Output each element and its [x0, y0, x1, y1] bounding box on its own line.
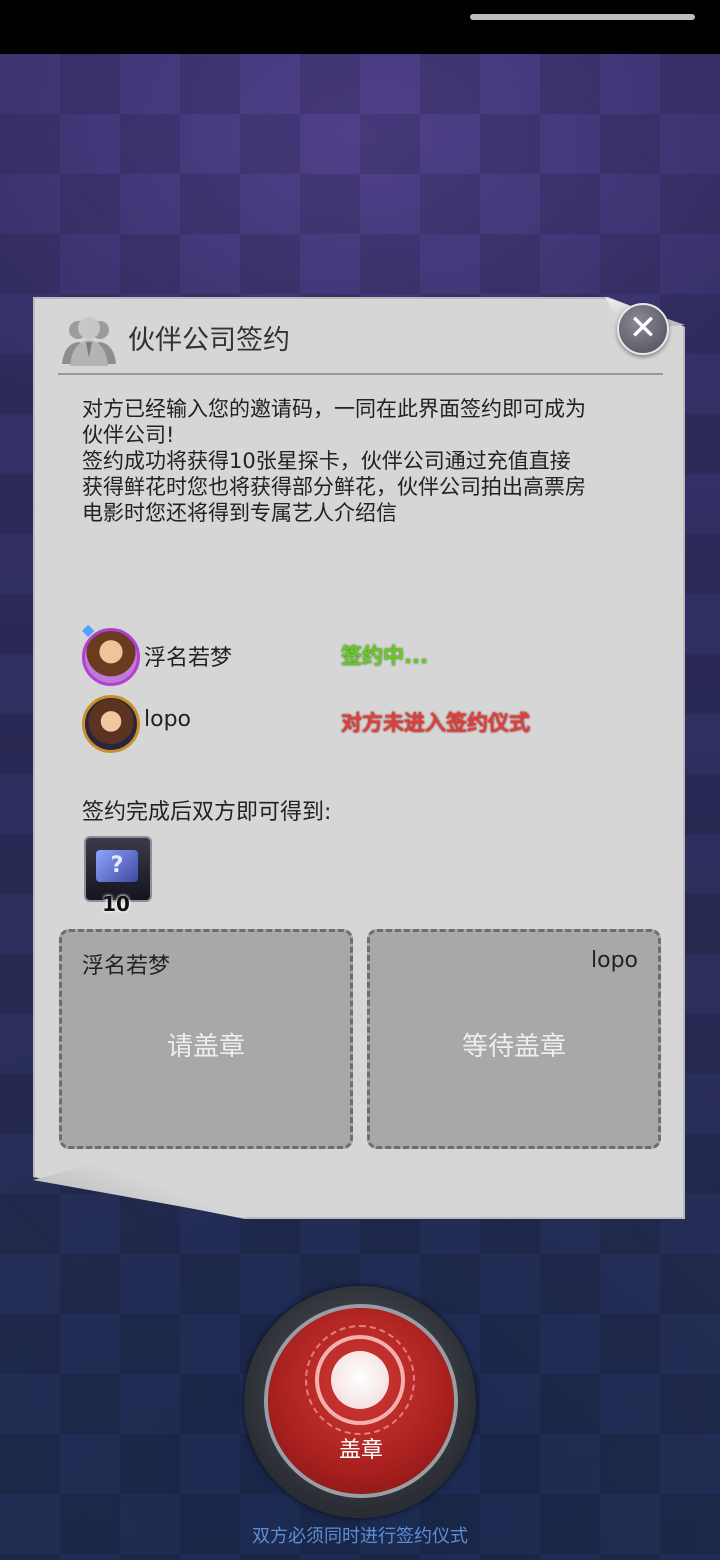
party-name: 浮名若梦 — [144, 646, 233, 671]
stamp-hint: 等待盖章 — [461, 1032, 566, 1062]
contract-description: 对方已经输入您的邀请码，一同在此界面签约即可成为 伙伴公司! 签约成功将获得10… — [82, 396, 652, 526]
seal-core — [331, 1351, 389, 1409]
stamp-area-partner: lopo 等待盖章 — [367, 929, 661, 1149]
footer-hint: 双方必须同时进行签约仪式 — [252, 1526, 468, 1547]
description-line: 签约成功将获得10张星探卡，伙伴公司通过充值直接 — [82, 449, 571, 473]
stamp-area-self[interactable]: 浮名若梦 请盖章 — [59, 929, 353, 1149]
description-line: 伙伴公司! — [82, 423, 175, 447]
reward-count: 10 — [102, 892, 130, 916]
title-divider — [58, 373, 663, 375]
party-row-partner: lopo 对方未进入签约仪式 — [82, 695, 582, 753]
description-line: 获得鲜花时您也将获得部分鲜花，伙伴公司拍出高票房 — [82, 475, 586, 499]
party-name: lopo — [144, 707, 191, 732]
description-line: 电影时您还将得到专属艺人介绍信 — [82, 501, 397, 525]
stamp-owner-name: 浮名若梦 — [82, 954, 171, 979]
close-icon[interactable]: ✕ — [617, 303, 669, 355]
stamp-hint: 请盖章 — [166, 1032, 245, 1062]
stamp-button-label[interactable]: 盖章 — [268, 1432, 454, 1464]
description-line: 对方已经输入您的邀请码，一同在此界面签约即可成为 — [82, 397, 586, 421]
card-emblem: ? — [96, 850, 138, 882]
party-status: 对方未进入签约仪式 — [341, 711, 530, 735]
vip-badge-icon: ◆ — [82, 620, 95, 639]
partner-avatar[interactable] — [82, 695, 140, 753]
party-status: 签约中... — [341, 644, 428, 668]
dialog-title: 伙伴公司签约 — [128, 325, 290, 356]
partners-icon — [62, 317, 116, 366]
stamp-owner-name: lopo — [591, 948, 638, 973]
reward-label: 签约完成后双方即可得到: — [82, 800, 332, 825]
party-row-self: ◆ 浮名若梦 签约中... — [82, 622, 582, 686]
home-indicator — [470, 14, 695, 20]
status-bar — [0, 0, 720, 54]
